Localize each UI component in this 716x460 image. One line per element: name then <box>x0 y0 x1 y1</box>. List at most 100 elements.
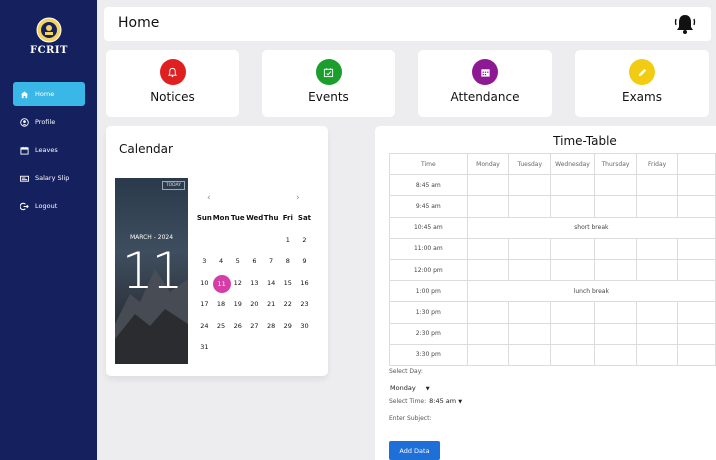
timetable-slot-cell[interactable] <box>677 237 716 260</box>
timetable-slot-cell[interactable] <box>593 343 638 366</box>
timetable-slot-cell[interactable] <box>677 258 716 282</box>
calendar-day[interactable]: 7 <box>263 251 280 273</box>
calendar-day[interactable]: 4 <box>213 251 230 273</box>
timetable-slot-cell[interactable] <box>677 174 716 197</box>
timetable-slot-cell[interactable] <box>550 174 595 197</box>
calendar-day[interactable]: 1 <box>279 230 296 252</box>
calendar-day[interactable]: 29 <box>279 316 296 338</box>
time-select[interactable]: 8:45 am ▼ <box>429 397 462 405</box>
timetable-slot-cell[interactable] <box>593 301 638 324</box>
calendar-day-number: 8 <box>285 257 290 265</box>
calendar-day[interactable]: 8 <box>279 251 296 273</box>
timetable-slot-cell[interactable] <box>466 174 510 197</box>
calendar-day[interactable]: 12 <box>229 273 246 295</box>
select-time-label: Select Time: <box>389 398 427 405</box>
timetable-slot-cell[interactable] <box>508 237 552 260</box>
timetable-slot-cell[interactable] <box>508 343 552 366</box>
timetable-slot-cell[interactable] <box>677 301 716 324</box>
timetable-slot-cell[interactable] <box>466 237 510 260</box>
timetable-row: 8:45 am <box>389 174 716 197</box>
timetable-slot-cell[interactable] <box>508 322 552 345</box>
timetable-slot-cell[interactable] <box>593 258 638 282</box>
calendar-day[interactable]: 11 <box>212 273 231 295</box>
calendar-day[interactable]: 20 <box>246 294 263 316</box>
chevron-left-icon[interactable]: ‹ <box>207 193 211 203</box>
timetable-slot-cell[interactable] <box>550 301 595 324</box>
sidebar-item-leaves[interactable]: Leaves <box>13 138 85 162</box>
calendar-day[interactable]: 21 <box>263 294 280 316</box>
exams-card[interactable]: Exams <box>575 50 709 117</box>
timetable-slot-cell[interactable] <box>466 301 510 324</box>
timetable-break-cell: lunch break <box>466 280 716 303</box>
timetable-slot-cell[interactable] <box>550 237 595 260</box>
timetable-slot-cell[interactable] <box>636 301 679 324</box>
day-select[interactable]: Monday ▼ <box>390 384 430 392</box>
calendar-day[interactable]: 10 <box>196 273 213 295</box>
calendar-title: Calendar <box>119 142 173 156</box>
calendar-day[interactable]: 2 <box>296 230 313 252</box>
timetable-slot-cell[interactable] <box>677 195 716 218</box>
sidebar-item-label: Home <box>35 90 55 98</box>
timetable-slot-cell[interactable] <box>636 195 679 218</box>
calendar-day[interactable]: 14 <box>263 273 280 295</box>
add-data-button[interactable]: Add Data <box>389 441 440 460</box>
timetable-slot-cell[interactable] <box>508 301 552 324</box>
timetable-slot-cell[interactable] <box>466 322 510 345</box>
sidebar-item-logout[interactable]: Logout <box>13 194 85 218</box>
timetable-slot-cell[interactable] <box>677 343 716 366</box>
calendar-day[interactable]: 3 <box>196 251 213 273</box>
timetable-slot-cell[interactable] <box>466 258 510 282</box>
timetable-slot-cell[interactable] <box>593 237 638 260</box>
timetable-slot-cell[interactable] <box>550 195 595 218</box>
sidebar-item-home[interactable]: Home <box>13 82 85 106</box>
calendar-day[interactable]: 26 <box>229 316 246 338</box>
timetable-slot-cell[interactable] <box>593 174 638 197</box>
calendar-day[interactable]: 25 <box>213 316 230 338</box>
calendar-day[interactable]: 27 <box>246 316 263 338</box>
calendar-day[interactable]: 30 <box>296 316 313 338</box>
timetable-row: 3:30 pm <box>389 343 716 366</box>
calendar-day[interactable]: 15 <box>279 273 296 295</box>
timetable-slot-cell[interactable] <box>466 343 510 366</box>
timetable-slot-cell[interactable] <box>636 237 679 260</box>
calendar-day[interactable]: 19 <box>229 294 246 316</box>
timetable-slot-cell[interactable] <box>593 322 638 345</box>
timetable-slot-cell[interactable] <box>636 174 679 197</box>
weekday-label: Mon <box>212 214 230 222</box>
bell-icon[interactable] <box>674 13 696 35</box>
today-button[interactable]: TODAY <box>161 181 185 190</box>
timetable-slot-cell[interactable] <box>550 322 595 345</box>
notices-card[interactable]: Notices <box>106 50 239 117</box>
sidebar-item-salary-slip[interactable]: Salary Slip <box>13 166 85 190</box>
chevron-right-icon[interactable]: › <box>296 193 300 203</box>
timetable-slot-cell[interactable] <box>508 258 552 282</box>
calendar-day[interactable]: 17 <box>196 294 213 316</box>
logout-icon <box>20 202 29 211</box>
calendar-day[interactable]: 24 <box>196 316 213 338</box>
timetable-slot-cell[interactable] <box>636 322 679 345</box>
calendar-day[interactable]: 31 <box>196 337 213 359</box>
timetable-slot-cell[interactable] <box>550 343 595 366</box>
calendar-day[interactable]: 13 <box>246 273 263 295</box>
calendar-day[interactable]: 28 <box>263 316 280 338</box>
timetable-slot-cell[interactable] <box>677 322 716 345</box>
timetable-slot-cell[interactable] <box>550 258 595 282</box>
timetable-slot-cell[interactable] <box>466 195 510 218</box>
timetable-slot-cell[interactable] <box>508 195 552 218</box>
timetable-row: 1:00 pm lunch break <box>389 280 716 303</box>
attendance-card[interactable]: Attendance <box>418 50 552 117</box>
calendar-day[interactable]: 16 <box>296 273 313 295</box>
timetable-slot-cell[interactable] <box>636 258 679 282</box>
calendar-day[interactable]: 23 <box>296 294 313 316</box>
timetable-slot-cell[interactable] <box>508 174 552 197</box>
calendar-day[interactable]: 5 <box>229 251 246 273</box>
calendar-day[interactable]: 9 <box>296 251 313 273</box>
calendar-day[interactable]: 22 <box>279 294 296 316</box>
timetable-slot-cell[interactable] <box>636 343 679 366</box>
timetable-row: 2:30 pm <box>389 322 716 345</box>
sidebar-item-profile[interactable]: Profile <box>13 110 85 134</box>
calendar-day[interactable]: 18 <box>213 294 230 316</box>
timetable-slot-cell[interactable] <box>593 195 638 218</box>
events-card[interactable]: Events <box>262 50 395 117</box>
calendar-day[interactable]: 6 <box>246 251 263 273</box>
